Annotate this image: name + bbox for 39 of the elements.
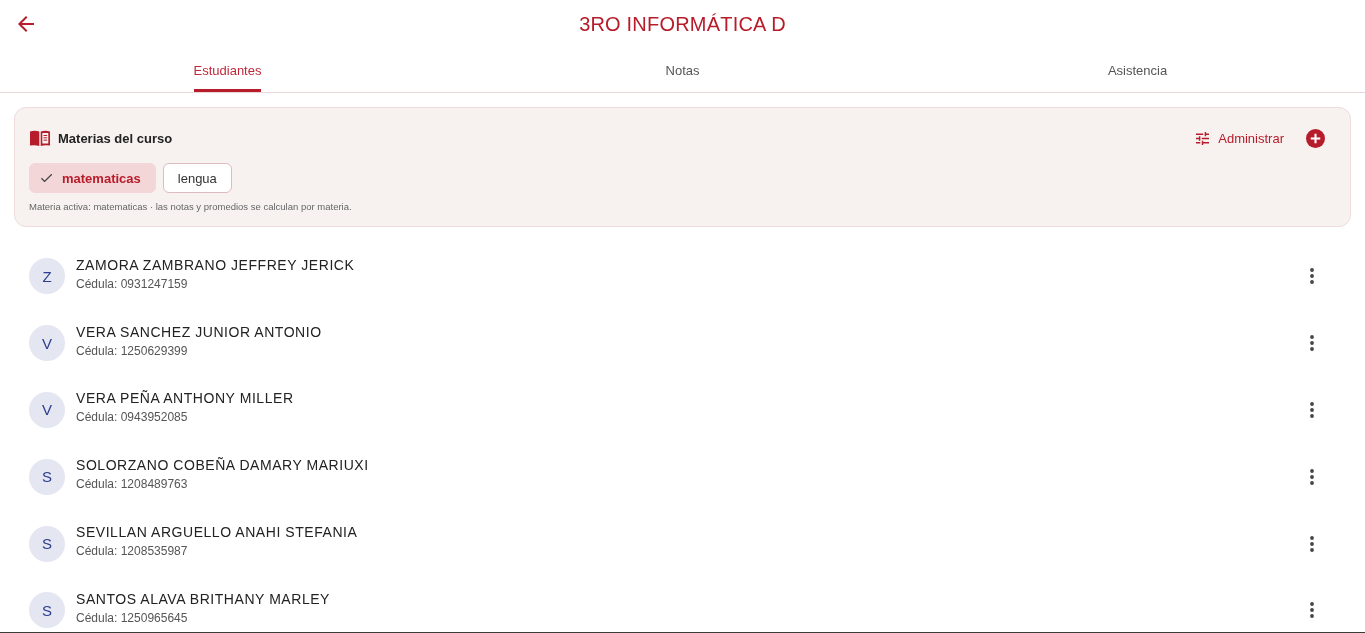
more-vert-icon (1310, 535, 1314, 552)
subject-chip[interactable]: matematicas (29, 163, 156, 193)
student-name: SOLORZANO COBEÑA DAMARY MARIUXI (76, 456, 370, 476)
check-icon (41, 174, 52, 182)
tab[interactable]: Asistencia (1107, 48, 1168, 92)
student-id: Cédula: 1250629399 (76, 342, 189, 359)
student-name: ZAMORA ZAMBRANO JEFFREY JERICK (76, 255, 356, 275)
more-vert-icon (1310, 335, 1314, 352)
more-vert-icon (1310, 602, 1314, 619)
sliders-icon (1196, 131, 1210, 145)
student-id: Cédula: 0931247159 (76, 275, 189, 292)
card-title: Materias del curso (58, 130, 173, 146)
active-subject-note: Materia activa: matematicas · las notas y promedios se calculan por materia. (29, 201, 353, 213)
initial-avatar: Z (29, 258, 65, 295)
initial-avatar: V (29, 325, 65, 362)
student-id: Cédula: 0943952085 (76, 409, 189, 426)
tab[interactable]: Estudiantes (193, 48, 262, 92)
back-arrow-icon (18, 16, 34, 32)
book-icon (30, 130, 50, 146)
tab[interactable]: Notas (665, 48, 700, 92)
add-button[interactable] (1306, 128, 1325, 148)
student-name: SEVILLAN ARGUELLO ANAHI STEFANIA (76, 523, 359, 543)
initial-avatar: S (29, 458, 65, 495)
manage-button[interactable]: Administrar (1190, 126, 1290, 150)
student-name: SANTOS ALAVA BRITHANY MARLEY (76, 589, 331, 609)
subject-chip[interactable]: lengua (162, 163, 232, 193)
more-vert-icon (1310, 268, 1314, 285)
more-vert-icon (1310, 402, 1314, 418)
student-id: Cédula: 1250965645 (76, 609, 189, 626)
student-id: Cédula: 1208489763 (76, 476, 189, 493)
plus-circle-icon (1306, 128, 1325, 148)
student-id: Cédula: 1208535987 (76, 543, 189, 560)
student-name: VERA SANCHEZ JUNIOR ANTONIO (76, 322, 323, 342)
initial-avatar: S (29, 525, 65, 562)
student-name: VERA PEÑA ANTHONY MILLER (76, 389, 295, 409)
page-title: 3RO INFORMÁTICA D (579, 12, 786, 36)
more-vert-icon (1310, 468, 1314, 485)
initial-avatar: V (29, 392, 65, 428)
initial-avatar: S (29, 592, 65, 629)
